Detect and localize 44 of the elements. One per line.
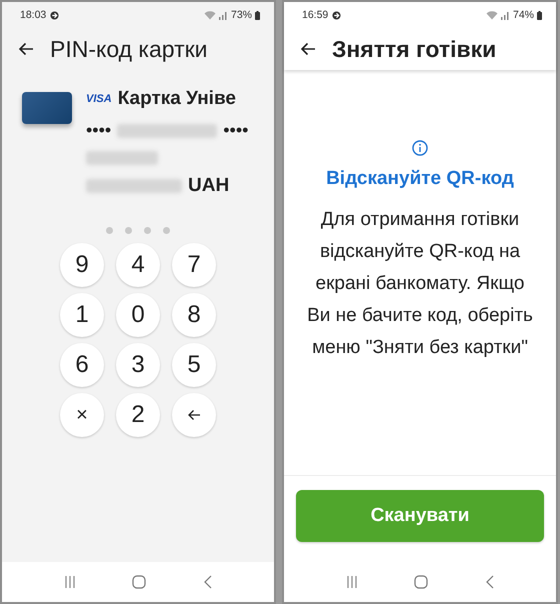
card-icon: [22, 92, 72, 124]
backspace-icon: [187, 409, 201, 421]
masked-digits: ••••: [86, 120, 112, 141]
screen-title: Зняття готівки: [332, 36, 496, 62]
clear-key[interactable]: ×: [60, 393, 104, 437]
signal-icon: [218, 10, 228, 20]
back-icon: [202, 575, 212, 589]
home-icon: [414, 575, 428, 589]
digit-key[interactable]: 0: [116, 293, 160, 337]
digit-key[interactable]: 1: [60, 293, 104, 337]
info-icon: [412, 140, 428, 156]
back-button[interactable]: [18, 42, 34, 56]
notification-icon: [50, 10, 60, 20]
battery-percent: 73%: [230, 9, 252, 21]
digit-key[interactable]: 8: [172, 293, 216, 337]
recent-apps-icon: [64, 576, 76, 588]
home-icon: [132, 575, 146, 589]
digit-key[interactable]: 6: [60, 343, 104, 387]
status-time: 18:03: [20, 9, 46, 21]
masked-digits: ••••: [223, 120, 248, 141]
digit-key[interactable]: 2: [116, 393, 160, 437]
visa-logo: VISA: [86, 93, 112, 105]
status-time: 16:59: [302, 9, 328, 21]
digit-key[interactable]: 7: [172, 243, 216, 287]
screen-title: PIN-код картки: [50, 36, 208, 62]
card-name: Картка Уніве: [118, 88, 236, 110]
digit-key[interactable]: 4: [116, 243, 160, 287]
digit-key[interactable]: 3: [116, 343, 160, 387]
digit-key[interactable]: 5: [172, 343, 216, 387]
blurred-text: [86, 151, 158, 165]
currency: UAH: [188, 175, 230, 197]
instruction-text: Для отримання готівки відскануйте QR-код на екрані банкомату. Якщо Ви не бачите код, оберіть меню "Зняти без картки": [307, 208, 533, 360]
heading: Відскануйте QR-код: [326, 168, 514, 190]
notification-icon: [332, 10, 342, 20]
back-button[interactable]: [300, 42, 316, 56]
wifi-icon: [486, 10, 498, 20]
recent-apps-icon: [346, 576, 358, 588]
back-icon: [484, 575, 494, 589]
battery-percent: 74%: [512, 9, 534, 21]
battery-icon: [537, 10, 542, 20]
battery-icon: [255, 10, 260, 20]
signal-icon: [500, 10, 510, 20]
wifi-icon: [204, 10, 216, 20]
digit-key[interactable]: 9: [60, 243, 104, 287]
